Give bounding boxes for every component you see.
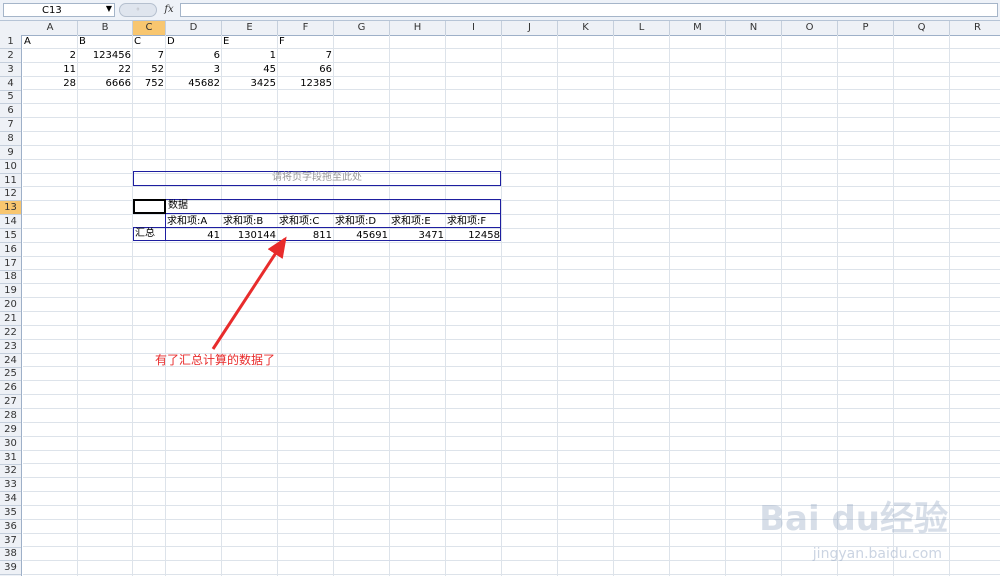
- row-header-19[interactable]: 19: [0, 284, 21, 299]
- row-header-4[interactable]: 4: [0, 77, 21, 91]
- row-header-25[interactable]: 25: [0, 367, 21, 382]
- column-header-p[interactable]: P: [838, 21, 894, 35]
- row-header-31[interactable]: 31: [0, 451, 21, 465]
- row-header-34[interactable]: 34: [0, 492, 21, 507]
- row-header-20[interactable]: 20: [0, 298, 21, 313]
- row-header-35[interactable]: 35: [0, 506, 21, 520]
- row-header-22[interactable]: 22: [0, 326, 21, 340]
- column-header-d[interactable]: D: [166, 21, 222, 35]
- row-header-26[interactable]: 26: [0, 381, 21, 396]
- row-header-24[interactable]: 24: [0, 354, 21, 368]
- row-header-7[interactable]: 7: [0, 118, 21, 133]
- column-header-g[interactable]: G: [334, 21, 390, 35]
- row-header-10[interactable]: 10: [0, 160, 21, 174]
- row-header-21[interactable]: 21: [0, 312, 21, 326]
- column-header-f[interactable]: F: [278, 21, 334, 35]
- name-box[interactable]: C13 ▼: [3, 3, 115, 17]
- column-header-i[interactable]: I: [446, 21, 502, 35]
- column-header-q[interactable]: Q: [894, 21, 950, 35]
- row-headers: 1 2 3 4 5 6 7 8 9 10 11 12 13 14 15 16 17 18 19 20 21 22 23 24 2…: [0, 35, 22, 576]
- arrow-line: [211, 236, 287, 350]
- row-header-9[interactable]: 9: [0, 146, 21, 160]
- column-header-r[interactable]: R: [950, 21, 1000, 35]
- column-header-l[interactable]: L: [614, 21, 670, 35]
- row-header-33[interactable]: 33: [0, 478, 21, 493]
- row-header-12[interactable]: 12: [0, 187, 21, 202]
- formula-bar: C13 ▼ ◦ fx: [0, 0, 1000, 21]
- column-headers: ABCDEFGHIJKLMNOPQR: [0, 21, 1000, 36]
- row-header-18[interactable]: 18: [0, 270, 21, 285]
- row-header-39[interactable]: 39: [0, 561, 21, 576]
- column-header-a[interactable]: A: [23, 21, 78, 35]
- baidu-watermark: Bai du经验: [759, 499, 948, 539]
- formula-cancel-icon[interactable]: ◦: [119, 3, 157, 17]
- row-header-28[interactable]: 28: [0, 409, 21, 423]
- row-header-27[interactable]: 27: [0, 395, 21, 410]
- row-header-38[interactable]: 38: [0, 547, 21, 562]
- baidu-watermark-url: jingyan.baidu.com: [812, 546, 942, 562]
- row-header-17[interactable]: 17: [0, 257, 21, 271]
- row-header-30[interactable]: 30: [0, 437, 21, 451]
- row-header-29[interactable]: 29: [0, 423, 21, 437]
- column-header-o[interactable]: O: [782, 21, 838, 35]
- row-header-23[interactable]: 23: [0, 340, 21, 354]
- name-box-value: C13: [42, 5, 62, 16]
- row-header-13[interactable]: 13: [0, 201, 21, 216]
- column-header-c[interactable]: C: [133, 21, 166, 35]
- row-header-3[interactable]: 3: [0, 63, 21, 77]
- row-header-37[interactable]: 37: [0, 534, 21, 548]
- annotation-text: 有了汇总计算的数据了: [155, 353, 276, 367]
- formula-input[interactable]: [180, 3, 998, 17]
- row-header-14[interactable]: 14: [0, 215, 21, 230]
- column-header-m[interactable]: M: [670, 21, 726, 35]
- column-header-e[interactable]: E: [222, 21, 278, 35]
- row-header-32[interactable]: 32: [0, 464, 21, 479]
- row-header-11[interactable]: 11: [0, 174, 21, 188]
- column-header-j[interactable]: J: [502, 21, 558, 35]
- row-header-6[interactable]: 6: [0, 104, 21, 119]
- row-header-5[interactable]: 5: [0, 90, 21, 105]
- column-header-n[interactable]: N: [726, 21, 782, 35]
- column-header-k[interactable]: K: [558, 21, 614, 35]
- column-header-b[interactable]: B: [78, 21, 133, 35]
- row-header-2[interactable]: 2: [0, 49, 21, 63]
- chevron-down-icon[interactable]: ▼: [106, 4, 112, 13]
- row-header-36[interactable]: 36: [0, 520, 21, 534]
- function-icon[interactable]: fx: [160, 2, 178, 18]
- row-header-8[interactable]: 8: [0, 132, 21, 146]
- row-header-1[interactable]: 1: [0, 35, 21, 49]
- column-header-h[interactable]: H: [390, 21, 446, 35]
- row-header-16[interactable]: 16: [0, 243, 21, 257]
- row-header-15[interactable]: 15: [0, 229, 21, 243]
